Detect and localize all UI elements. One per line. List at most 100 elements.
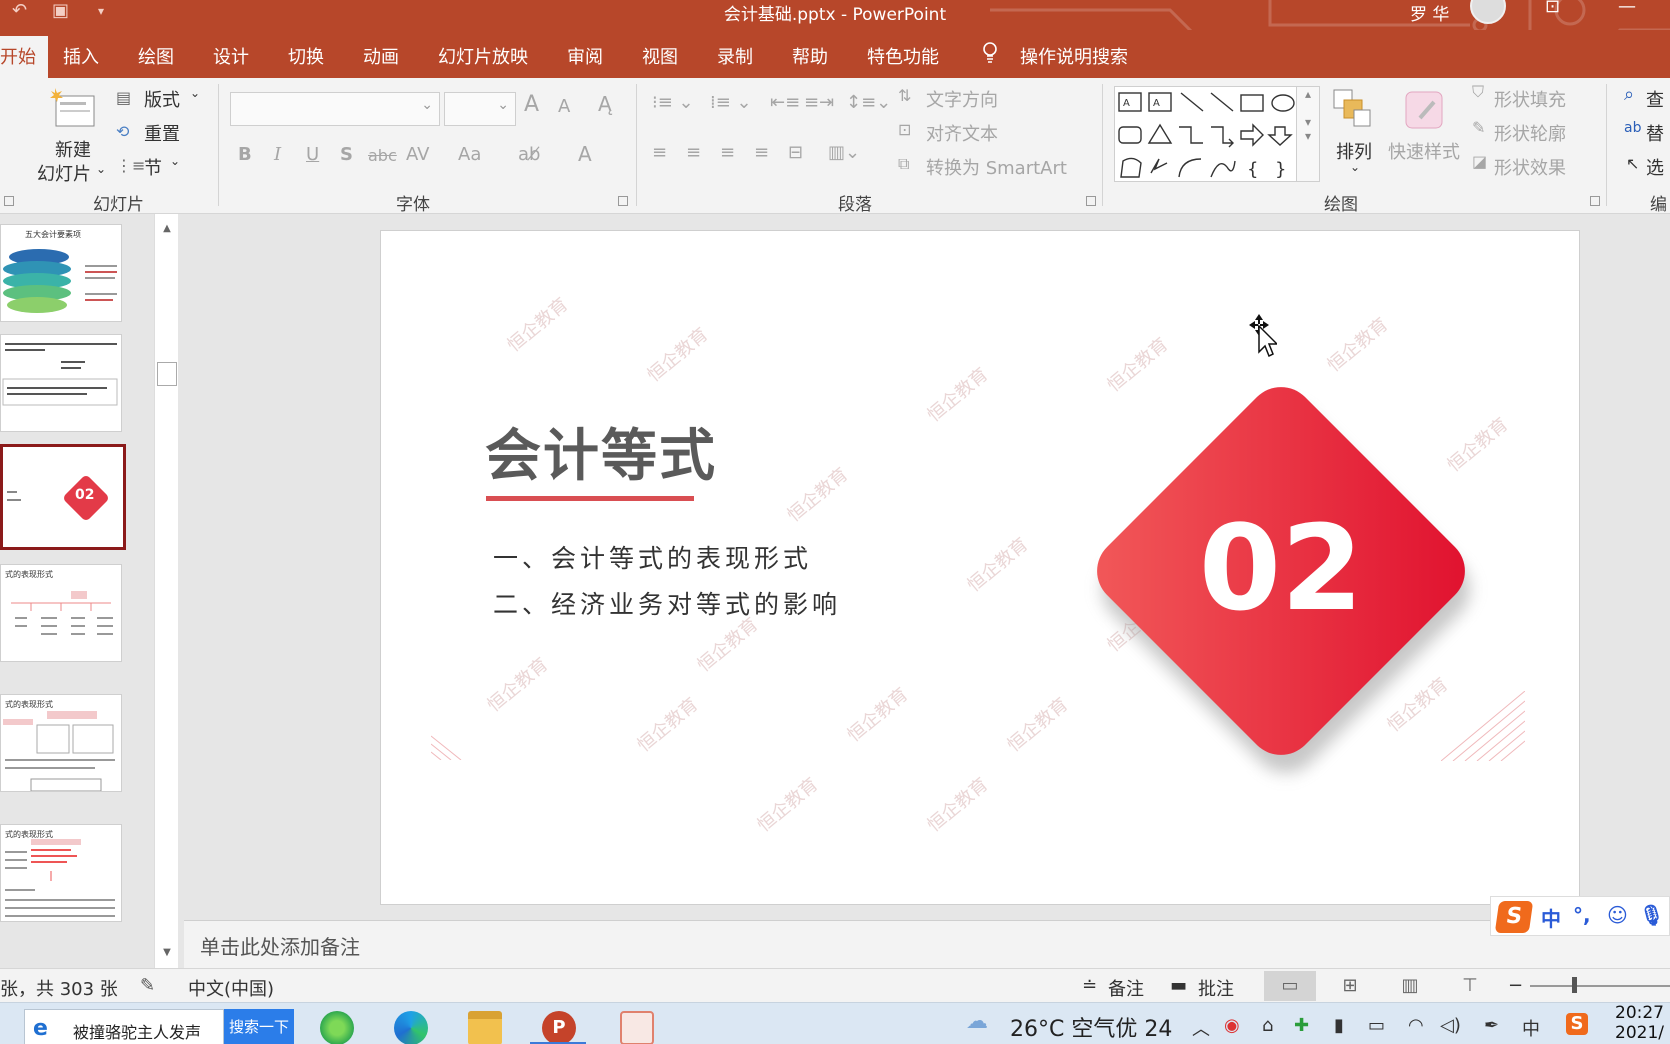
slide-canvas[interactable]: 恒企教育 恒企教育 恒企教育 恒企教育 恒企教育 恒企教育 恒企教育 恒企教育 … [380, 230, 1580, 905]
tell-me-search[interactable]: 操作说明搜索 [1020, 43, 1128, 69]
shapes-gallery-icons[interactable]: A A { } [1115, 87, 1307, 183]
ime-toolbar[interactable]: S 中 °, ☺ 🎙 [1490, 896, 1670, 936]
font-name-combo[interactable] [230, 92, 440, 126]
line-spacing-icon[interactable]: ↕≡⌄ [846, 92, 891, 113]
tab-slideshow[interactable]: 幻灯片放映 [438, 43, 528, 69]
font-color-button[interactable]: A [578, 142, 592, 166]
volume-icon[interactable]: ◁) [1440, 1015, 1461, 1036]
font-size-combo[interactable] [444, 92, 516, 126]
section-badge[interactable]: 02 [1081, 371, 1484, 787]
language-indicator[interactable]: 中文(中国) [188, 975, 274, 1001]
columns-icon[interactable]: ▥⌄ [828, 142, 860, 163]
chevron-down-icon[interactable]: ⌄ [190, 86, 200, 100]
ribbon-display-icon[interactable]: ⊡ [1545, 0, 1560, 17]
chevron-up-icon[interactable]: ︿ [1192, 1015, 1210, 1041]
replace-button[interactable]: 替 [1646, 120, 1664, 146]
comments-button[interactable]: 批注 [1198, 975, 1234, 1001]
powerpoint-icon[interactable]: P [542, 1011, 576, 1044]
thumbnails-scrollbar[interactable]: ▲ ▼ [154, 214, 178, 968]
edge-icon[interactable] [394, 1011, 428, 1044]
normal-view-icon[interactable]: ▭ [1264, 971, 1316, 1001]
microphone-tray-icon[interactable]: ▮ [1334, 1015, 1344, 1036]
chevron-down-icon[interactable]: ⌄ [1350, 160, 1360, 174]
char-spacing-button[interactable]: AV [406, 144, 429, 165]
change-case-button[interactable]: Aa [458, 144, 481, 165]
scroll-up-icon[interactable]: ▲ [158, 220, 176, 238]
quick-styles-button[interactable]: 快速样式 [1388, 138, 1460, 164]
dialog-launcher-icon[interactable] [1590, 196, 1600, 206]
usb-icon[interactable]: ⌂ [1262, 1015, 1273, 1036]
arrange-icon[interactable] [1330, 86, 1374, 130]
tab-animations[interactable]: 动画 [363, 43, 399, 69]
tab-view[interactable]: 视图 [642, 43, 678, 69]
select-button[interactable]: 选 [1646, 154, 1664, 180]
bullets-icon[interactable]: ⁝≡ ⌄ [652, 92, 694, 113]
align-center-icon[interactable]: ≡ [686, 142, 701, 163]
browser-search-box[interactable]: e 被撞骆驼主人发声 [24, 1009, 224, 1044]
align-right-icon[interactable]: ≡ [720, 142, 735, 163]
tab-insert[interactable]: 插入 [63, 43, 99, 69]
slide-thumbnail-4[interactable]: 式的表现形式 [0, 564, 122, 662]
pen-icon[interactable]: ✒ [1484, 1015, 1499, 1036]
slide-thumbnail-5[interactable]: 式的表现形式 [0, 694, 122, 792]
align-text-button[interactable]: 对齐文本 [926, 120, 998, 146]
file-explorer-icon[interactable] [468, 1011, 502, 1044]
reading-view-icon[interactable]: ▥ [1384, 971, 1436, 1001]
new-slide-icon[interactable] [50, 86, 96, 130]
shapes-gallery[interactable]: A A { } [1114, 86, 1306, 182]
shadow-button[interactable]: S [340, 144, 353, 165]
slide-thumbnail-2[interactable] [0, 334, 122, 432]
emoji-icon[interactable]: ☺ [1607, 903, 1628, 927]
shapes-gallery-scroll[interactable]: ▴ ▾ ▾ [1296, 86, 1320, 182]
sogou-logo[interactable]: S [1494, 901, 1534, 933]
slide-bullet[interactable]: 二、经济业务对等式的影响 [493, 585, 841, 621]
shape-outline-button[interactable]: 形状轮廓 [1494, 120, 1566, 146]
scroll-down-icon[interactable]: ▼ [158, 944, 176, 962]
underline-button[interactable]: U [306, 144, 319, 165]
ime-mode[interactable]: 中 [1541, 903, 1561, 932]
shape-effects-button[interactable]: 形状效果 [1494, 154, 1566, 180]
ime-indicator[interactable]: 中 [1522, 1015, 1540, 1041]
decrease-indent-icon[interactable]: ⇤≡ [770, 92, 800, 113]
microphone-icon[interactable]: 🎙 [1639, 903, 1664, 927]
zoom-slider-knob[interactable] [1572, 977, 1577, 993]
quick-styles-icon[interactable] [1402, 88, 1446, 132]
zoom-slider[interactable] [1530, 985, 1670, 987]
shape-fill-button[interactable]: 形状填充 [1494, 86, 1566, 112]
search-query[interactable]: 被撞骆驼主人发声 [73, 1019, 201, 1043]
notes-placeholder[interactable]: 单击此处添加备注 [200, 931, 360, 960]
browser-360-icon[interactable] [320, 1011, 354, 1044]
strikethrough-button[interactable]: abc [368, 146, 397, 165]
find-button[interactable]: 查 [1646, 86, 1664, 112]
distribute-icon[interactable]: ⊟ [788, 142, 803, 163]
tab-home[interactable]: 开始 [0, 36, 48, 78]
section-button[interactable]: 节 [144, 154, 162, 180]
tab-draw[interactable]: 绘图 [138, 43, 174, 69]
align-left-icon[interactable]: ≡ [652, 142, 667, 163]
weather-text[interactable]: 26°C 空气优 24 [1010, 1011, 1172, 1043]
notes-pane[interactable]: 单击此处添加备注 [184, 920, 1670, 968]
accessibility-icon[interactable]: ✎ [140, 975, 155, 996]
slide-sorter-icon[interactable]: ⊞ [1324, 971, 1376, 1001]
minimize-icon[interactable]: — [1618, 0, 1636, 17]
tab-review[interactable]: 审阅 [567, 43, 603, 69]
record-icon[interactable]: ◉ [1224, 1015, 1240, 1036]
scrollbar-thumb[interactable] [157, 362, 177, 386]
new-slide-label-2[interactable]: 幻灯片 [37, 160, 91, 186]
wifi-icon[interactable]: ◠ [1408, 1015, 1424, 1036]
zoom-out-icon[interactable]: − [1508, 975, 1523, 996]
tab-features[interactable]: 特色功能 [867, 43, 939, 69]
slideshow-view-icon[interactable]: ⊤ [1444, 971, 1496, 1001]
tab-help[interactable]: 帮助 [792, 43, 828, 69]
search-button[interactable]: 搜索一下 [224, 1009, 294, 1044]
bold-button[interactable]: B [238, 144, 252, 165]
slide-thumbnail-6[interactable]: 式的表现形式 [0, 824, 122, 922]
security-icon[interactable]: ✚ [1294, 1015, 1309, 1036]
justify-icon[interactable]: ≡ [754, 142, 769, 163]
dialog-launcher-icon[interactable] [1086, 196, 1096, 206]
slide-title[interactable]: 会计等式 [485, 411, 717, 492]
tab-record[interactable]: 录制 [717, 43, 753, 69]
dialog-launcher-icon[interactable] [4, 196, 14, 206]
chevron-down-icon[interactable]: ⌄ [96, 162, 106, 176]
convert-smartart-button[interactable]: 转换为 SmartArt [926, 154, 1067, 180]
